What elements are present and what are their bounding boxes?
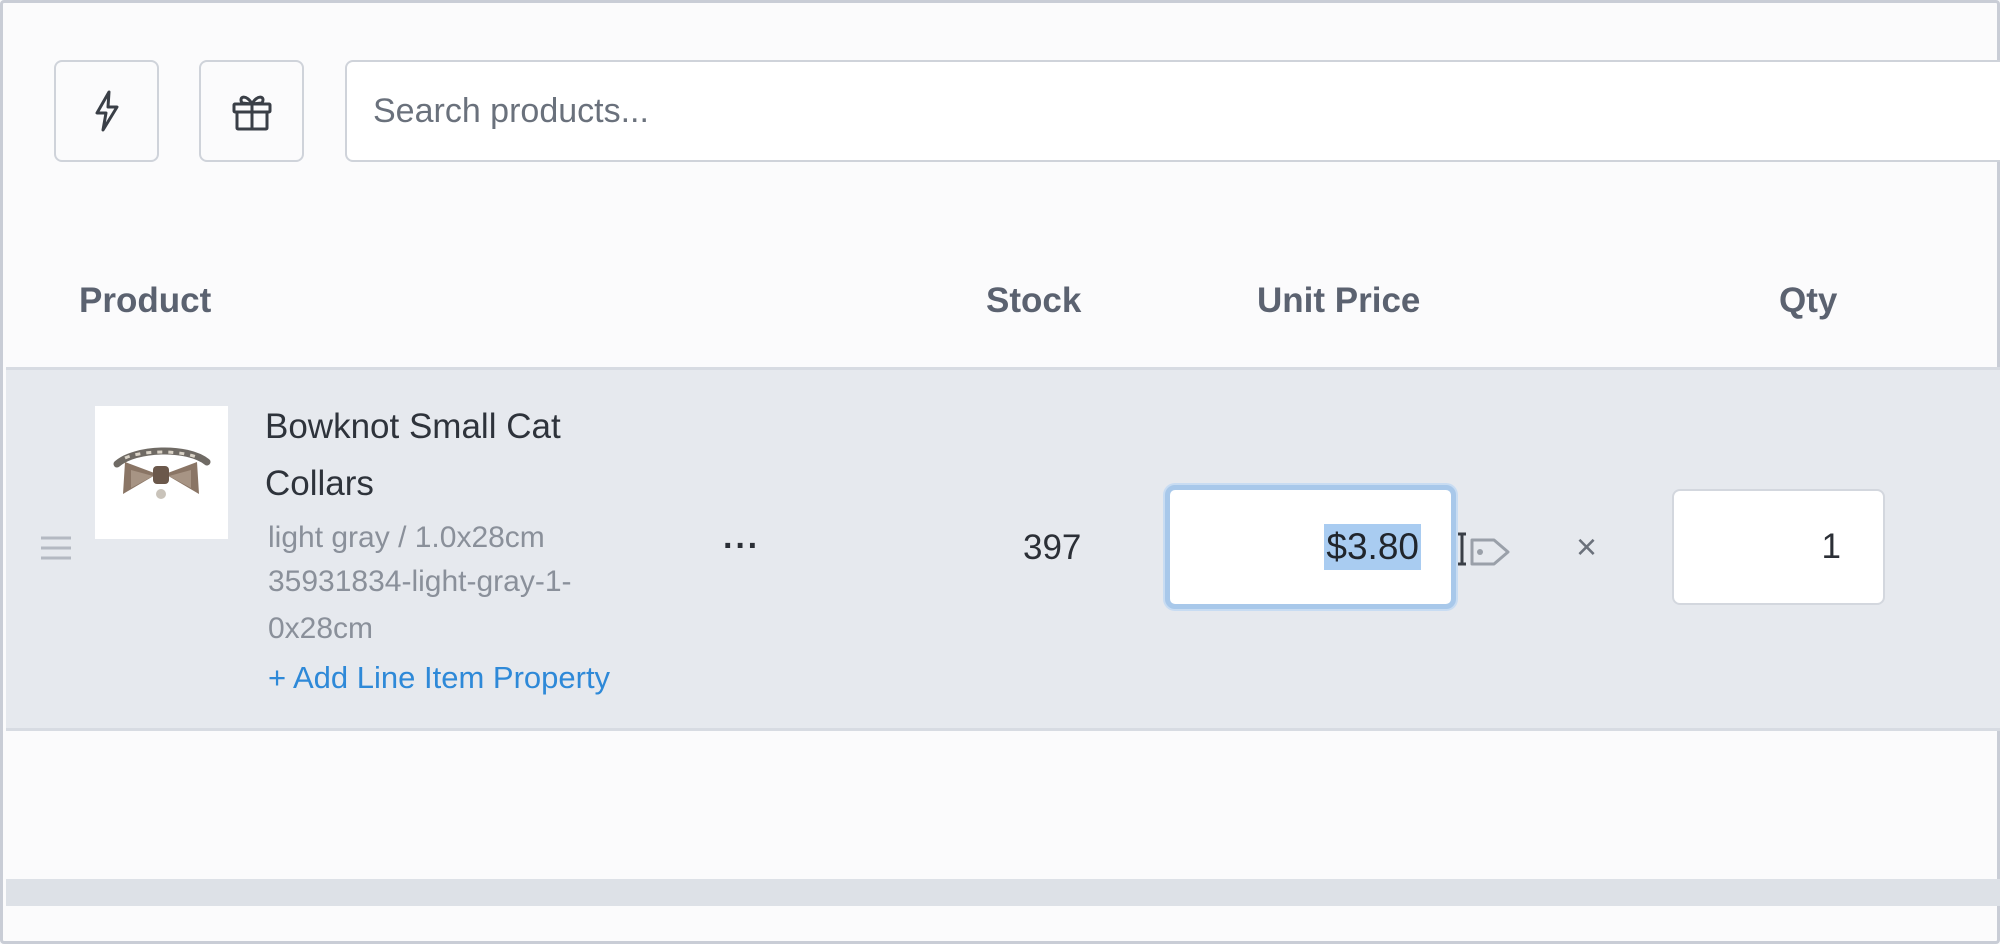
quick-action-button[interactable] [54, 60, 159, 162]
search-input[interactable] [345, 60, 2000, 162]
lightning-icon [95, 90, 118, 132]
more-options-button[interactable]: ··· [723, 528, 760, 564]
unit-price-value[interactable]: $3.80 [1324, 524, 1421, 570]
column-header-product[interactable]: Product [79, 281, 211, 321]
add-line-item-property-link[interactable]: + Add Line Item Property [268, 658, 610, 698]
column-header-unit-price[interactable]: Unit Price [1257, 281, 1420, 321]
drag-handle-icon[interactable] [39, 533, 73, 563]
column-header-qty[interactable]: Qty [1779, 281, 1837, 321]
product-sku: 35931834-light-gray-1-0x28cm [268, 565, 572, 645]
column-header-stock[interactable]: Stock [986, 281, 1081, 321]
multiply-symbol: × [1576, 526, 1598, 567]
gift-icon [232, 95, 271, 131]
quantity-input[interactable] [1672, 489, 1885, 605]
price-tag-icon[interactable] [1458, 530, 1514, 574]
gift-button[interactable] [199, 60, 304, 162]
product-name[interactable]: Bowknot Small Cat Collars [265, 398, 625, 512]
product-variant: light gray / 1.0x28cm [268, 521, 545, 554]
cat-collar-image [113, 447, 211, 499]
stock-count: 397 [1023, 528, 1082, 567]
unit-price-input[interactable]: $3.80 [1165, 485, 1456, 609]
product-thumbnail[interactable] [95, 406, 228, 539]
section-divider [6, 879, 2000, 906]
order-editor-panel: Product Stock Unit Price Qty Bowknot Sma… [0, 0, 2000, 944]
